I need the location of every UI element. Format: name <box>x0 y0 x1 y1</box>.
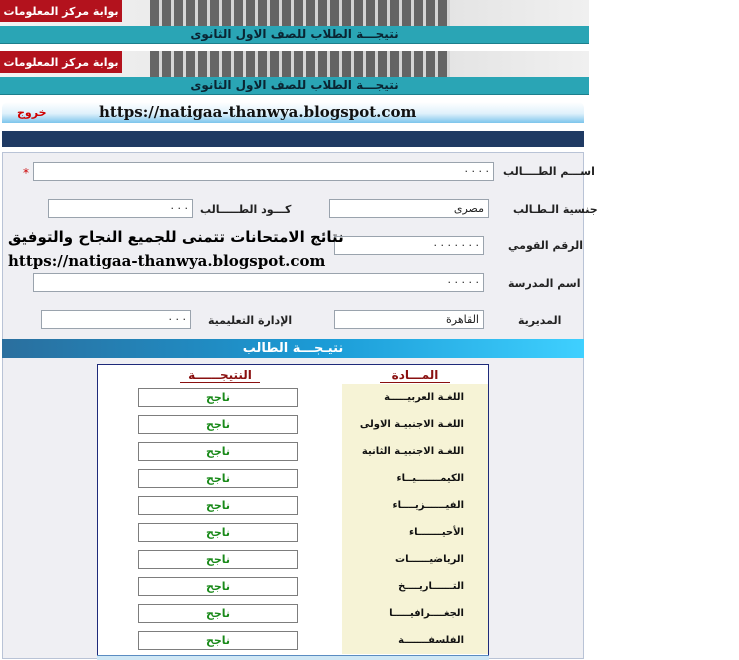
result-field[interactable]: ناجح <box>138 604 298 623</box>
table-row: اللغـة الاجنبيـة الثانية ناجح <box>98 438 488 465</box>
info-center-logo: بوابة مركز المعلومات <box>0 0 122 22</box>
result-field[interactable]: ناجح <box>138 442 298 461</box>
student-code-field[interactable]: · · · <box>48 199 193 218</box>
subject-name: الفلسفـــــــة <box>342 627 488 654</box>
site-url: https://natigaa-thanwya.blogspot.com <box>99 103 417 121</box>
header-banner: بوابة مركز المعلومات <box>0 0 589 26</box>
watermark-arabic-text: نتائج الامتحانات تتمنى للجميع النجاح وال… <box>8 228 344 246</box>
logout-link[interactable]: خروج <box>17 106 47 119</box>
nationality-label: جنسية الـطـالب <box>513 203 598 216</box>
subject-name: اللغـة الاجنبيـة الثانية <box>342 438 488 465</box>
subject-header-underline <box>380 382 450 383</box>
page-title: نتيجـــة الطلاب للصف الاول الثانوى <box>0 26 589 44</box>
result-field[interactable]: ناجح <box>138 388 298 407</box>
page-title-repeat: نتيجـــة الطلاب للصف الاول الثانوى <box>0 77 589 95</box>
result-field[interactable]: ناجح <box>138 496 298 515</box>
header-banner-repeat: بوابة مركز المعلومات <box>0 51 589 77</box>
national-id-label: الرقم القومي <box>508 239 584 252</box>
result-field[interactable]: ناجح <box>138 415 298 434</box>
directorate-field[interactable]: القاهرة <box>334 310 484 329</box>
table-footer-strip <box>97 655 489 660</box>
student-name-label: اســـم الطــــالب <box>503 165 595 178</box>
education-admin-field[interactable]: · · · <box>41 310 191 329</box>
table-row: الرياضيــــــات ناجح <box>98 546 488 573</box>
nationality-field[interactable]: مصرى <box>329 199 489 218</box>
result-field[interactable]: ناجح <box>138 469 298 488</box>
subject-name: الرياضيــــــات <box>342 546 488 573</box>
subject-name: الجغــــرافيـــــا <box>342 600 488 627</box>
table-row: الجغــــرافيـــــا ناجح <box>98 600 488 627</box>
subject-name: الفيــــــزيــــاء <box>342 492 488 519</box>
directorate-label: المديرية <box>518 314 562 327</box>
education-admin-label: الإدارة التعليمية <box>208 314 293 327</box>
subject-name: اللغـة العربيـــــة <box>342 384 488 411</box>
table-row: اللغـة العربيـــــة ناجح <box>98 384 488 411</box>
table-row: التــــــاريــــخ ناجح <box>98 573 488 600</box>
table-row: الفيــــــزيــــاء ناجح <box>98 492 488 519</box>
table-row: الكيمـــــــيــاء ناجح <box>98 465 488 492</box>
keyboard-image <box>150 51 450 77</box>
divider-band <box>2 131 584 147</box>
student-code-label: كـــود الطـــــالب <box>200 203 292 216</box>
url-bar: خروج https://natigaa-thanwya.blogspot.co… <box>2 102 584 123</box>
result-field[interactable]: ناجح <box>138 577 298 596</box>
table-row: اللغـة الاجنبيـة الاولى ناجح <box>98 411 488 438</box>
subject-name: الأحيـــــــاء <box>342 519 488 546</box>
table-row: الفلسفـــــــة ناجح <box>98 627 488 654</box>
student-name-field[interactable]: · · · · <box>33 162 494 181</box>
result-field[interactable]: ناجح <box>138 523 298 542</box>
result-field[interactable]: ناجح <box>138 550 298 569</box>
subject-name: الكيمـــــــيــاء <box>342 465 488 492</box>
info-center-logo: بوابة مركز المعلومات <box>0 51 122 73</box>
results-table: النتيجــــــة المـــادة اللغـة العربيـــ… <box>97 364 489 659</box>
keyboard-image <box>150 0 450 26</box>
required-mark: * <box>23 166 29 180</box>
result-field[interactable]: ناجح <box>138 631 298 650</box>
subject-name: التــــــاريــــخ <box>342 573 488 600</box>
result-header-underline <box>180 382 260 383</box>
table-row: الأحيـــــــاء ناجح <box>98 519 488 546</box>
school-field[interactable]: · · · · · <box>33 273 484 292</box>
school-label: اسم المدرسة <box>508 277 581 290</box>
subject-name: اللغـة الاجنبيـة الاولى <box>342 411 488 438</box>
watermark-url: https://natigaa-thanwya.blogspot.com <box>8 252 326 270</box>
results-section-title: نتيـجـــة الطالب <box>2 339 584 358</box>
national-id-field[interactable]: · · · · · · · <box>334 236 484 255</box>
